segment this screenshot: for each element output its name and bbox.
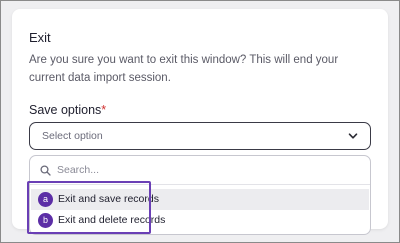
option-label: Exit and delete records: [58, 214, 166, 226]
chevron-down-icon: [348, 133, 358, 139]
save-options-label-text: Save options: [29, 103, 102, 117]
option-badge: a: [38, 192, 53, 207]
select-placeholder: Select option: [42, 130, 103, 142]
search-icon: [40, 165, 51, 176]
option-label: Exit and save records: [58, 193, 159, 205]
search-input[interactable]: [57, 162, 357, 178]
options-dropdown: a Exit and save records b Exit and delet…: [29, 155, 371, 235]
save-options-select[interactable]: Select option: [29, 122, 371, 150]
option-badge: b: [38, 213, 53, 228]
required-marker: *: [101, 103, 107, 117]
search-row: [30, 156, 370, 185]
option-exit-and-save[interactable]: a Exit and save records: [31, 189, 369, 210]
dialog-title: Exit: [29, 30, 51, 45]
dialog-description: Are you sure you want to exit this windo…: [29, 54, 339, 84]
save-options-label: Save options*: [29, 103, 106, 117]
option-exit-and-delete[interactable]: b Exit and delete records: [31, 210, 369, 231]
